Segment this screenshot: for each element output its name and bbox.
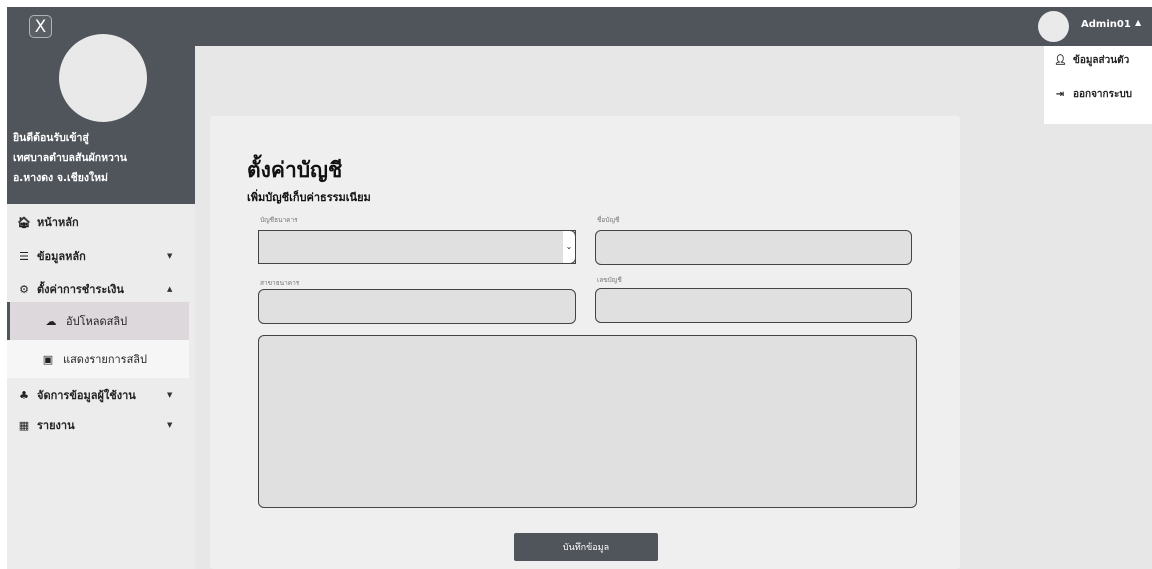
sidebar-header: X ยินดีต้อนรับเข้าสู่ เทศบาลตำบลสันผักหว… bbox=[7, 7, 195, 204]
save-button[interactable]: บันทึกข้อมูล bbox=[514, 533, 658, 561]
bank-branch-label: สาขาธนาคาร bbox=[260, 279, 300, 287]
user-dropdown-menu: 👤︎ ข้อมูลส่วนตัว ⇥ ออกจากระบบ bbox=[1044, 46, 1152, 124]
bank-branch-field[interactable] bbox=[258, 289, 576, 324]
caret-up-icon: ▲ bbox=[167, 285, 173, 293]
user-name[interactable]: Admin01 bbox=[1081, 19, 1131, 30]
sidebar-item-label: หน้าหลัก bbox=[37, 216, 79, 229]
sidebar-item-user-management[interactable]: ♣ จัดการข้อมูลผู้ใช้งาน ▼ bbox=[7, 378, 195, 412]
sidebar-item-label: รายงาน bbox=[37, 419, 75, 432]
sidebar-item-label: จัดการข้อมูลผู้ใช้งาน bbox=[37, 389, 136, 402]
dropdown-item-label: ออกจากระบบ bbox=[1073, 88, 1133, 100]
sidebar-item-reports[interactable]: ▦ รายงาน ▼ bbox=[7, 408, 195, 442]
sidebar-subitem-upload-slip[interactable]: ☁ อัปโหลดสลิป bbox=[7, 302, 189, 340]
top-bar bbox=[195, 7, 1152, 46]
home-icon: 🏠︎ bbox=[17, 215, 31, 229]
dropdown-item-label: ข้อมูลส่วนตัว bbox=[1073, 54, 1130, 66]
sidebar-item-payment-settings[interactable]: ⚙ ตั้งค่าการชำระเงิน ▲ bbox=[7, 272, 195, 306]
bank-account-select[interactable] bbox=[258, 230, 576, 264]
chart-icon: ▦ bbox=[18, 418, 30, 432]
sidebar: X ยินดีต้อนรับเข้าสู่ เทศบาลตำบลสันผักหว… bbox=[7, 7, 195, 569]
user-icon: 👤︎ bbox=[1054, 54, 1067, 66]
gear-icon: ⚙ bbox=[19, 282, 29, 296]
logout-icon: ⇥ bbox=[1055, 88, 1065, 100]
caret-down-icon: ▼ bbox=[167, 252, 173, 260]
sidebar-item-label: แสดงรายการสลิป bbox=[63, 353, 148, 366]
caret-up-icon[interactable]: ▲ bbox=[1135, 18, 1141, 27]
profile-avatar bbox=[59, 34, 147, 122]
sidebar-item-label: ตั้งค่าการชำระเงิน bbox=[37, 283, 124, 296]
caret-down-icon: ▼ bbox=[167, 391, 173, 399]
sidebar-item-home[interactable]: 🏠︎ หน้าหลัก bbox=[7, 205, 195, 239]
bank-account-label: บัญชีธนาคาร bbox=[260, 216, 298, 224]
dropdown-item-profile[interactable]: 👤︎ ข้อมูลส่วนตัว bbox=[1044, 49, 1152, 71]
sidebar-subitem-slip-list[interactable]: ▣ แสดงรายการสลิป bbox=[7, 340, 189, 378]
user-avatar[interactable] bbox=[1038, 11, 1069, 42]
users-icon: ♣ bbox=[19, 388, 29, 402]
sidebar-item-label: อัปโหลดสลิป bbox=[66, 315, 128, 328]
sidebar-item-label: ข้อมูลหลัก bbox=[37, 250, 86, 263]
dropdown-item-logout[interactable]: ⇥ ออกจากระบบ bbox=[1044, 83, 1152, 105]
page-title: ตั้งค่าบัญชี bbox=[247, 158, 343, 182]
welcome-line-1: ยินดีต้อนรับเข้าสู่ bbox=[13, 132, 89, 144]
receipt-icon: ▣ bbox=[42, 352, 54, 366]
account-number-label: เลขบัญชี bbox=[597, 276, 622, 284]
app-frame: Admin01 ▲ 👤︎ ข้อมูลส่วนตัว ⇥ ออกจากระบบ … bbox=[7, 7, 1152, 569]
cloud-upload-icon: ☁ bbox=[45, 314, 57, 328]
welcome-line-3: อ.หางดง จ.เชียงใหม่ bbox=[13, 172, 108, 184]
page-subtitle: เพิ่มบัญชีเก็บค่าธรรมเนียม bbox=[247, 191, 371, 204]
database-icon: ☰ bbox=[19, 249, 29, 263]
chevron-down-icon[interactable]: ⌄ bbox=[563, 230, 576, 264]
caret-down-icon: ▼ bbox=[167, 421, 173, 429]
close-button[interactable]: X bbox=[29, 15, 52, 38]
sidebar-item-master-data[interactable]: ☰ ข้อมูลหลัก ▼ bbox=[7, 239, 195, 273]
account-number-field[interactable] bbox=[595, 288, 912, 323]
notes-textarea[interactable] bbox=[258, 335, 917, 508]
account-settings-card: ตั้งค่าบัญชี เพิ่มบัญชีเก็บค่าธรรมเนียม … bbox=[210, 116, 960, 569]
account-name-field[interactable] bbox=[595, 230, 912, 265]
welcome-line-2: เทศบาลตำบลสันผักหวาน bbox=[13, 152, 127, 164]
account-name-label: ชื่อบัญชี bbox=[597, 216, 620, 224]
